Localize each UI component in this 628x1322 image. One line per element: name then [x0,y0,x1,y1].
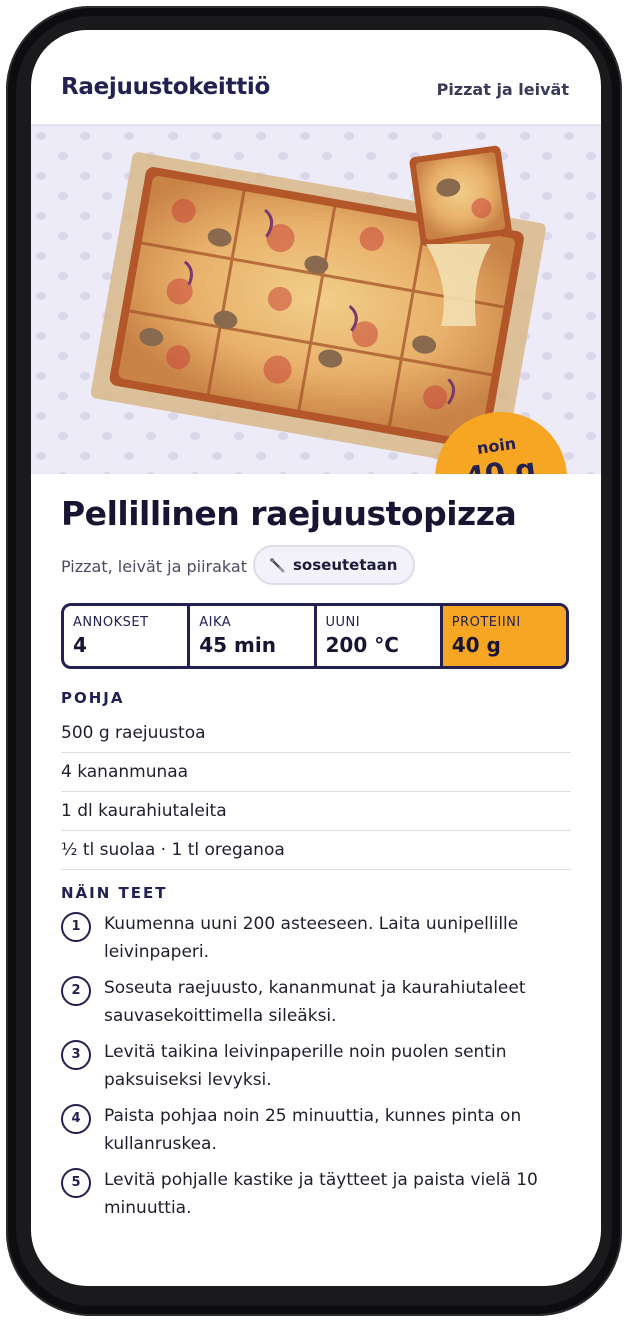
brand-logo[interactable]: Raejuustokeittiö [61,74,270,100]
step-text: Levitä pohjalle kastike ja täytteet ja p… [104,1170,538,1218]
hero-image: noin 40 g proteiinia [31,126,601,474]
step-number: 3 [61,1040,91,1070]
ingredients-heading: POHJA [61,689,125,707]
stat-label: ANNOKSET [73,615,149,630]
ingredient-item: ½ tl suolaa · 1 tl oreganoa [61,831,571,870]
stat-label: UUNI [325,615,361,630]
recipe-category[interactable]: Pizzat, leivät ja piirakat [61,557,247,576]
method-chip[interactable]: soseutetaan [253,545,416,585]
screen: Raejuustokeittiö Pizzat ja leivät noin 4… [31,30,601,1286]
step-text: Soseuta raejuusto, kananmunat ja kaurahi… [104,978,526,1026]
method-heading: NÄIN TEET [61,884,168,902]
recipe-stats: ANNOKSET 4 AIKA 45 min UUNI 200 °C PROTE… [61,603,569,669]
stat-value: 4 [73,633,87,657]
step-item: 2 Soseuta raejuusto, kananmunat ja kaura… [61,974,571,1038]
stat-time: AIKA 45 min [190,606,317,666]
stat-label: AIKA [199,615,232,630]
immersion-blender-icon [270,558,285,573]
stat-value: 45 min [199,633,276,657]
step-number: 1 [61,912,91,942]
step-text: Paista pohjaa noin 25 minuuttia, kunnes … [104,1106,522,1154]
step-item: 4 Paista pohjaa noin 25 minuuttia, kunne… [61,1102,571,1166]
step-number: 2 [61,976,91,1006]
stat-value: 40 g [451,633,501,657]
step-text: Kuumenna uuni 200 asteeseen. Laita uunip… [104,914,519,962]
step-number: 5 [61,1168,91,1198]
site-header: Raejuustokeittiö Pizzat ja leivät [31,30,601,126]
nav-link-pizzas[interactable]: Pizzat ja leivät [437,80,569,99]
stat-protein: PROTEIINI 40 g [442,606,566,666]
step-item: 5 Levitä pohjalle kastike ja täytteet ja… [61,1166,571,1230]
step-item: 3 Levitä taikina leivinpaperille noin pu… [61,1038,571,1102]
step-list: 1 Kuumenna uuni 200 asteeseen. Laita uun… [61,910,571,1230]
step-number: 4 [61,1104,91,1134]
step-text: Levitä taikina leivinpaperille noin puol… [104,1042,507,1090]
ingredient-item: 500 g raejuustoa [61,714,571,753]
recipe-title: Pellillinen raejuustopizza [61,494,517,533]
stat-value: 200 °C [325,633,399,657]
stat-label: PROTEIINI [451,615,521,630]
ingredient-list: 500 g raejuustoa 4 kananmunaa 1 dl kaura… [61,714,571,870]
stat-servings: ANNOKSET 4 [64,606,191,666]
method-chip-label: soseutetaan [293,556,398,574]
stat-oven: UUNI 200 °C [317,606,443,666]
ingredient-item: 4 kananmunaa [61,753,571,792]
ingredient-item: 1 dl kaurahiutaleita [61,792,571,831]
step-item: 1 Kuumenna uuni 200 asteeseen. Laita uun… [61,910,571,974]
